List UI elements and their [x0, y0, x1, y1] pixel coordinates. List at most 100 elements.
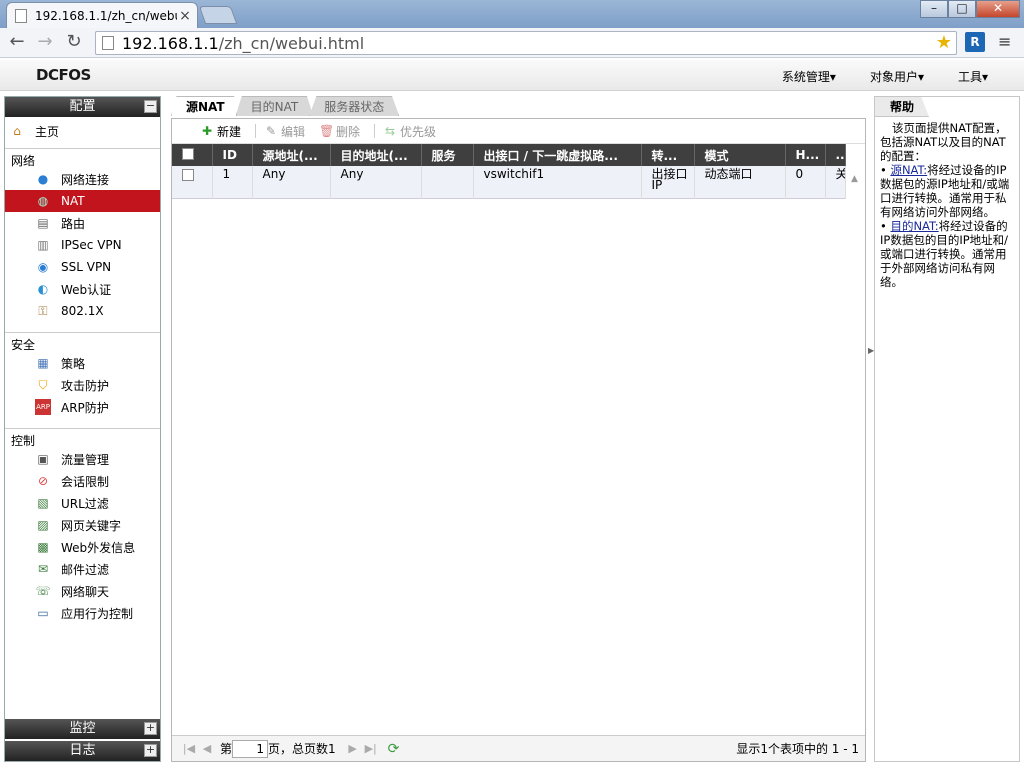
page-number-input[interactable]	[232, 739, 269, 758]
page-icon	[102, 36, 114, 50]
router-icon: ▤	[37, 216, 49, 230]
column-egress-interface[interactable]: 出接口 / 下一跳虚拟路...	[473, 144, 642, 166]
vertical-scrollbar[interactable]: ▲ ▼	[851, 174, 861, 754]
back-arrow-icon[interactable]: ←	[6, 32, 28, 54]
sidebar-item-label: 攻击防护	[61, 378, 110, 393]
sidebar-item-nat[interactable]: ◍ NAT	[5, 190, 160, 212]
tab-destination-nat[interactable]: 目的NAT	[235, 96, 314, 116]
minimize-button[interactable]: –	[920, 0, 948, 18]
select-all-header[interactable]	[172, 144, 213, 166]
column-service[interactable]: 服务	[421, 144, 474, 166]
address-bar[interactable]: 192.168.1.1/zh_cn/webui.html ★	[95, 31, 957, 55]
browser-tab[interactable]: 192.168.1.1/zh_cn/webu ×	[6, 2, 198, 28]
globe-icon: ●	[37, 172, 49, 186]
help-tab[interactable]: 帮助	[875, 97, 929, 117]
scroll-up-icon[interactable]: ▲	[851, 174, 858, 184]
sidebar-item-web-outbound-info[interactable]: ▩ Web外发信息	[5, 536, 160, 558]
next-page-icon[interactable]: ▶	[344, 742, 362, 755]
sidebar-item-routing[interactable]: ▤ 路由	[5, 212, 160, 234]
browser-menu-icon[interactable]: ≡	[998, 34, 1014, 50]
sidebar-item-app-behavior-control[interactable]: ▭ 应用行为控制	[5, 602, 160, 624]
sidebar-item-home[interactable]: ⌂ 主页	[5, 120, 160, 142]
tab-source-nat[interactable]: 源NAT	[171, 96, 240, 116]
monitor-panel-header[interactable]: 监控 +	[5, 719, 160, 739]
extension-icon[interactable]: R	[965, 32, 985, 52]
select-all-checkbox[interactable]	[182, 147, 194, 160]
help-body: 该页面提供NAT配置，包括源NAT以及目的NAT的配置： • 源NAT:将经过设…	[880, 121, 1016, 289]
sidebar-item-label: 应用行为控制	[61, 606, 134, 621]
sidebar-item-web-auth[interactable]: ◐ Web认证	[5, 278, 160, 300]
column-more[interactable]: ...	[825, 144, 846, 166]
log-panel-header[interactable]: 日志 +	[5, 741, 160, 761]
last-page-icon[interactable]: ▶|	[362, 742, 380, 755]
column-mode[interactable]: 模式	[694, 144, 786, 166]
expand-icon[interactable]: +	[144, 744, 157, 757]
refresh-icon[interactable]: ⟳	[388, 741, 400, 757]
mail-filter-icon: ✉	[37, 562, 49, 576]
monitor-title: 监控	[69, 721, 96, 736]
sidebar-item-label: NAT	[61, 194, 85, 208]
help-panel: 帮助 该页面提供NAT配置，包括源NAT以及目的NAT的配置： • 源NAT:将…	[874, 96, 1020, 762]
new-button[interactable]: ✚ 新建	[200, 123, 241, 140]
logo: DCFOS	[36, 66, 91, 84]
top-menu: 系统管理▾ 对象用户▾ 工具▾	[748, 68, 988, 85]
maximize-button[interactable]: □	[948, 0, 976, 18]
sidebar-item-web-chat[interactable]: ☏ 网络聊天	[5, 580, 160, 602]
log-title: 日志	[69, 743, 96, 758]
traffic-icon: ▣	[37, 452, 49, 466]
server-icon: ▥	[37, 238, 49, 252]
divider	[255, 124, 257, 138]
sidebar: 配置 − ⌂ 主页 网络 ● 网络连接 ◍ NAT ▤ 路由 ▥ IPSec V…	[4, 96, 161, 762]
sidebar-item-attack-defense[interactable]: ⛉ 攻击防护	[5, 374, 160, 396]
main-panel: 源NAT 目的NAT 服务器状态 ✚ 新建 ✎ 编辑 🗑 删除 ⇆ 优先级 ID…	[171, 96, 866, 762]
forward-arrow-icon[interactable]: →	[34, 32, 56, 54]
sidebar-item-arp-defense[interactable]: ARP ARP防护	[5, 396, 160, 418]
sidebar-item-traffic-management[interactable]: ▣ 流量管理	[5, 448, 160, 470]
priority-button[interactable]: ⇆ 优先级	[383, 123, 436, 140]
expand-icon[interactable]: +	[144, 722, 157, 735]
column-source-address[interactable]: 源地址(...	[252, 144, 331, 166]
edit-button[interactable]: ✎ 编辑	[264, 123, 305, 140]
sidebar-item-session-limit[interactable]: ⊘ 会话限制	[5, 470, 160, 492]
help-src-nat-link[interactable]: 源NAT:	[890, 163, 927, 177]
menu-system-management[interactable]: 系统管理▾	[782, 68, 836, 85]
delete-label: 删除	[336, 124, 361, 139]
bookmark-star-icon[interactable]: ★	[936, 32, 952, 53]
menu-object-user[interactable]: 对象用户▾	[870, 68, 924, 85]
close-window-button[interactable]: ✕	[976, 0, 1020, 18]
prev-page-icon[interactable]: ◀	[198, 742, 216, 755]
delete-button[interactable]: 🗑 删除	[319, 123, 360, 140]
splitter-arrow-icon[interactable]: ▶	[868, 346, 874, 355]
sidebar-item-8021x[interactable]: ⚿ 802.1X	[5, 300, 160, 322]
row-checkbox[interactable]	[182, 169, 194, 181]
sidebar-item-ssl-vpn[interactable]: ◉ SSL VPN	[5, 256, 160, 278]
cell-service	[421, 166, 474, 198]
help-dst-nat-link[interactable]: 目的NAT:	[890, 219, 938, 233]
column-destination-address[interactable]: 目的地址(...	[330, 144, 422, 166]
table-row[interactable]: 1 Any Any vswitchif1 出接口 IP 动态端口 0 关	[172, 166, 846, 198]
cell-source: Any	[252, 166, 331, 198]
sidebar-item-web-keyword[interactable]: ▨ 网页关键字	[5, 514, 160, 536]
column-h[interactable]: H...	[785, 144, 826, 166]
row-select-cell[interactable]	[172, 166, 213, 198]
sidebar-item-url-filter[interactable]: ▧ URL过滤	[5, 492, 160, 514]
tab-close-icon[interactable]: ×	[177, 8, 193, 24]
edit-icon: ✎	[265, 124, 277, 138]
new-tab-button[interactable]	[198, 6, 238, 24]
sidebar-item-label: 网络聊天	[61, 584, 110, 599]
tab-server-status[interactable]: 服务器状态	[309, 96, 400, 116]
config-panel-header[interactable]: 配置 −	[5, 97, 160, 117]
column-id[interactable]: ID	[212, 144, 253, 166]
sidebar-item-policy[interactable]: ▦ 策略	[5, 352, 160, 374]
menu-tools[interactable]: 工具▾	[958, 68, 988, 85]
nat-grid: ✚ 新建 ✎ 编辑 🗑 删除 ⇆ 优先级 ID 源地址(... 目的地址(...…	[171, 118, 866, 762]
collapse-icon[interactable]: −	[144, 100, 157, 113]
url-filter-icon: ▧	[37, 496, 49, 510]
first-page-icon[interactable]: |◀	[180, 742, 198, 755]
sidebar-item-label: URL过滤	[61, 496, 109, 511]
column-translation[interactable]: 转...	[641, 144, 695, 166]
sidebar-item-ipsec-vpn[interactable]: ▥ IPSec VPN	[5, 234, 160, 256]
sidebar-item-network-connection[interactable]: ● 网络连接	[5, 168, 160, 190]
sidebar-item-mail-filter[interactable]: ✉ 邮件过滤	[5, 558, 160, 580]
reload-icon[interactable]: ↻	[63, 32, 85, 54]
